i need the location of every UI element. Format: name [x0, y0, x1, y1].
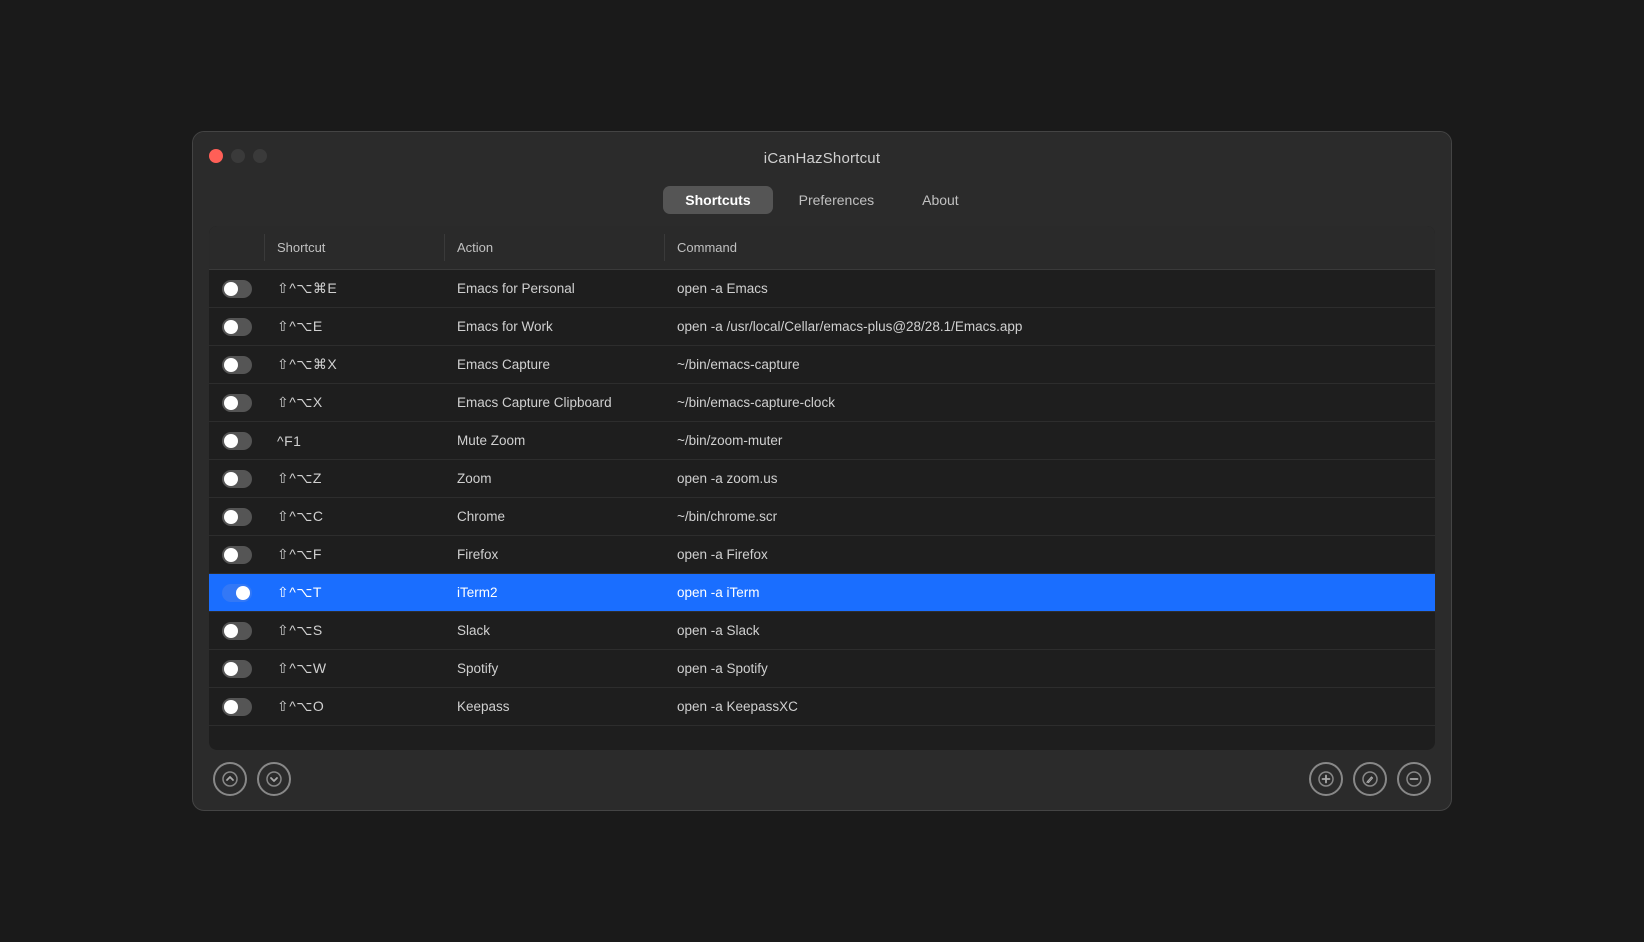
content-area: Shortcut Action Command ⇧^⌥⌘E Emacs for …: [193, 226, 1451, 810]
command-cell: ~/bin/emacs-capture: [665, 351, 1435, 378]
app-window: iCanHazShortcut Shortcuts Preferences Ab…: [192, 131, 1452, 811]
toggle-switch[interactable]: [222, 546, 252, 564]
tab-shortcuts[interactable]: Shortcuts: [663, 186, 772, 214]
command-cell: open -a Spotify: [665, 655, 1435, 682]
edit-button[interactable]: [1353, 762, 1387, 796]
table-row[interactable]: ⇧^⌥Z Zoom open -a zoom.us: [209, 460, 1435, 498]
col-action: Action: [445, 234, 665, 261]
shortcut-cell: ⇧^⌥F: [265, 540, 445, 569]
close-button[interactable]: [209, 149, 223, 163]
action-cell: Keepass: [445, 693, 665, 720]
action-cell: Emacs for Work: [445, 313, 665, 340]
shortcut-cell: ⇧^⌥⌘X: [265, 350, 445, 379]
action-cell: Emacs Capture Clipboard: [445, 389, 665, 416]
titlebar: iCanHazShortcut: [193, 132, 1451, 180]
footer-right: [1309, 762, 1431, 796]
shortcut-cell: ^F1: [265, 427, 445, 455]
shortcuts-table: Shortcut Action Command ⇧^⌥⌘E Emacs for …: [209, 226, 1435, 750]
action-cell: Slack: [445, 617, 665, 644]
toggle-cell[interactable]: [209, 622, 265, 640]
move-up-button[interactable]: [213, 762, 247, 796]
col-command: Command: [665, 234, 1435, 261]
table-row[interactable]: ⇧^⌥T iTerm2 open -a iTerm: [209, 574, 1435, 612]
toggle-cell[interactable]: [209, 584, 265, 602]
toggle-cell[interactable]: [209, 470, 265, 488]
toggle-switch[interactable]: [222, 698, 252, 716]
tab-bar: Shortcuts Preferences About: [193, 180, 1451, 226]
command-cell: open -a Firefox: [665, 541, 1435, 568]
tab-preferences[interactable]: Preferences: [777, 186, 896, 214]
toggle-cell[interactable]: [209, 394, 265, 412]
shortcut-cell: ⇧^⌥T: [265, 578, 445, 607]
table-row[interactable]: ⇧^⌥F Firefox open -a Firefox: [209, 536, 1435, 574]
shortcut-cell: ⇧^⌥O: [265, 692, 445, 721]
shortcut-cell: ⇧^⌥C: [265, 502, 445, 531]
shortcut-cell: ⇧^⌥W: [265, 654, 445, 683]
table-row[interactable]: ⇧^⌥S Slack open -a Slack: [209, 612, 1435, 650]
command-cell: open -a Emacs: [665, 275, 1435, 302]
minimize-button[interactable]: [231, 149, 245, 163]
toggle-switch[interactable]: [222, 508, 252, 526]
toggle-switch[interactable]: [222, 280, 252, 298]
toggle-cell[interactable]: [209, 508, 265, 526]
shortcut-cell: ⇧^⌥E: [265, 312, 445, 341]
move-down-button[interactable]: [257, 762, 291, 796]
toggle-cell[interactable]: [209, 432, 265, 450]
table-row[interactable]: ⇧^⌥O Keepass open -a KeepassXC: [209, 688, 1435, 726]
table-header: Shortcut Action Command: [209, 226, 1435, 270]
shortcut-cell: ⇧^⌥Z: [265, 464, 445, 493]
shortcut-cell: ⇧^⌥X: [265, 388, 445, 417]
table-row[interactable]: ⇧^⌥W Spotify open -a Spotify: [209, 650, 1435, 688]
action-cell: iTerm2: [445, 579, 665, 606]
action-cell: Firefox: [445, 541, 665, 568]
toggle-cell[interactable]: [209, 318, 265, 336]
command-cell: ~/bin/emacs-capture-clock: [665, 389, 1435, 416]
col-toggle: [209, 234, 265, 261]
toggle-cell[interactable]: [209, 356, 265, 374]
action-cell: Chrome: [445, 503, 665, 530]
table-row[interactable]: ^F1 Mute Zoom ~/bin/zoom-muter: [209, 422, 1435, 460]
toggle-switch[interactable]: [222, 394, 252, 412]
table-row[interactable]: ⇧^⌥⌘E Emacs for Personal open -a Emacs: [209, 270, 1435, 308]
action-cell: Zoom: [445, 465, 665, 492]
command-cell: ~/bin/chrome.scr: [665, 503, 1435, 530]
table-row[interactable]: ⇧^⌥⌘X Emacs Capture ~/bin/emacs-capture: [209, 346, 1435, 384]
table-row[interactable]: ⇧^⌥X Emacs Capture Clipboard ~/bin/emacs…: [209, 384, 1435, 422]
toggle-cell[interactable]: [209, 546, 265, 564]
toggle-switch[interactable]: [222, 356, 252, 374]
toggle-switch[interactable]: [222, 584, 252, 602]
action-cell: Mute Zoom: [445, 427, 665, 454]
toggle-cell[interactable]: [209, 280, 265, 298]
table-row[interactable]: ⇧^⌥C Chrome ~/bin/chrome.scr: [209, 498, 1435, 536]
toggle-switch[interactable]: [222, 470, 252, 488]
remove-button[interactable]: [1397, 762, 1431, 796]
shortcut-cell: ⇧^⌥⌘E: [265, 274, 445, 303]
command-cell: open -a KeepassXC: [665, 693, 1435, 720]
footer-left: [213, 762, 291, 796]
toggle-switch[interactable]: [222, 318, 252, 336]
maximize-button[interactable]: [253, 149, 267, 163]
table-body: ⇧^⌥⌘E Emacs for Personal open -a Emacs ⇧…: [209, 270, 1435, 750]
toggle-cell[interactable]: [209, 698, 265, 716]
command-cell: open -a zoom.us: [665, 465, 1435, 492]
action-cell: Emacs Capture: [445, 351, 665, 378]
shortcut-cell: ⇧^⌥S: [265, 616, 445, 645]
window-title: iCanHazShortcut: [764, 150, 880, 167]
command-cell: open -a /usr/local/Cellar/emacs-plus@28/…: [665, 313, 1435, 340]
command-cell: ~/bin/zoom-muter: [665, 427, 1435, 454]
command-cell: open -a iTerm: [665, 579, 1435, 606]
col-shortcut: Shortcut: [265, 234, 445, 261]
table-row[interactable]: ⇧^⌥E Emacs for Work open -a /usr/local/C…: [209, 308, 1435, 346]
command-cell: open -a Slack: [665, 617, 1435, 644]
toggle-switch[interactable]: [222, 622, 252, 640]
add-button[interactable]: [1309, 762, 1343, 796]
tab-about[interactable]: About: [900, 186, 981, 214]
action-cell: Spotify: [445, 655, 665, 682]
toggle-switch[interactable]: [222, 432, 252, 450]
footer: [209, 750, 1435, 810]
toggle-cell[interactable]: [209, 660, 265, 678]
traffic-lights: [209, 149, 267, 163]
action-cell: Emacs for Personal: [445, 275, 665, 302]
toggle-switch[interactable]: [222, 660, 252, 678]
